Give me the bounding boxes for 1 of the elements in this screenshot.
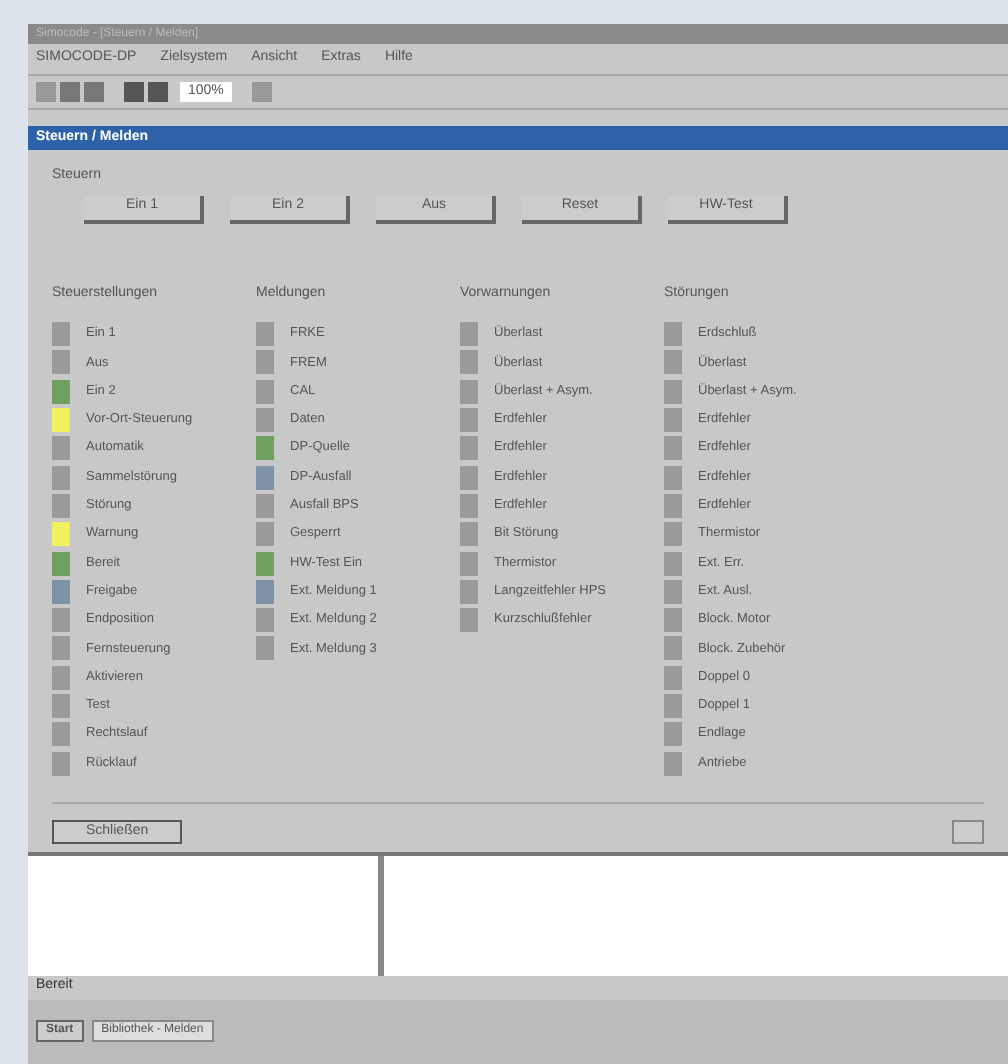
toolbar-icon[interactable] xyxy=(251,82,272,102)
